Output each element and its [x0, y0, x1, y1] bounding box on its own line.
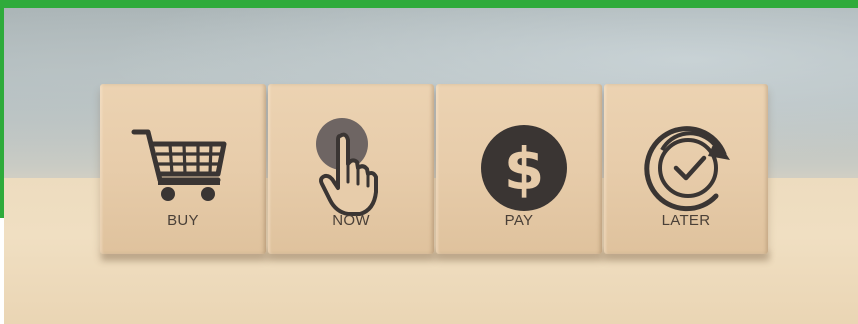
wood-block-pay: $ PAY	[436, 84, 602, 254]
block-label-pay: PAY	[504, 212, 534, 229]
block-label-buy: BUY	[167, 212, 199, 229]
photo: BUY NOW $ PAY LATER	[4, 8, 858, 324]
svg-text:$: $	[504, 135, 544, 203]
green-top-border	[0, 0, 858, 8]
green-left-border	[0, 0, 4, 218]
wood-block-now: NOW	[268, 84, 434, 254]
wood-block-buy: BUY	[100, 84, 266, 254]
block-label-later: LATER	[661, 212, 711, 229]
block-label-now: NOW	[332, 212, 370, 229]
wood-block-later: LATER	[604, 84, 768, 254]
image-frame: BUY NOW $ PAY LATER	[0, 0, 858, 324]
